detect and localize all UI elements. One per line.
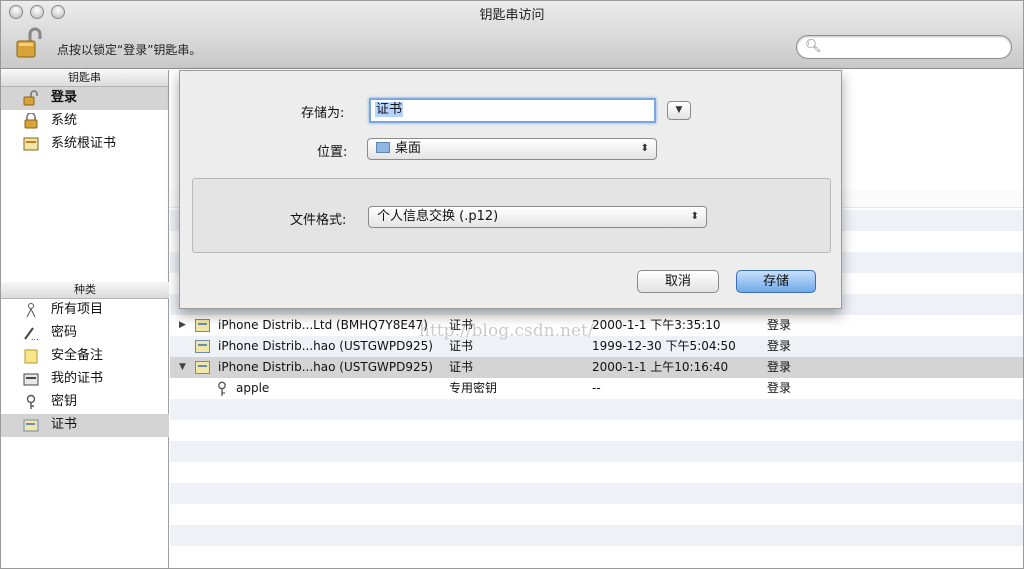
sidebar-item-secure-notes[interactable]: 安全备注 xyxy=(1,345,169,368)
row-kind: 专用密钥 xyxy=(449,381,498,395)
table-row xyxy=(170,504,1023,525)
save-as-label: 存储为: xyxy=(301,106,345,121)
certificate-icon xyxy=(195,361,210,374)
cancel-button[interactable]: 取消 xyxy=(637,270,719,293)
sidebar-item-login[interactable]: 登录 xyxy=(1,87,168,110)
sidebar-item-label: 系统根证书 xyxy=(51,136,117,151)
open-lock-icon[interactable] xyxy=(15,27,45,59)
location-label: 位置: xyxy=(317,145,348,160)
file-format-value: 个人信息交换 (.p12) xyxy=(377,209,499,224)
sidebar-item-label: 密码 xyxy=(51,325,78,340)
search-icon: 🔍︎ xyxy=(805,39,822,54)
lock-icon xyxy=(24,113,38,129)
lock-status-text: 点按以锁定“登录”钥匙串。 xyxy=(57,43,202,57)
row-date: 2000-1-1 下午3:35:10 xyxy=(592,318,721,332)
file-format-popup[interactable]: 个人信息交换 (.p12) ⬍ xyxy=(368,206,707,228)
keychains-header: 钥匙串 xyxy=(1,70,168,87)
save-as-value: 证书 xyxy=(375,102,404,117)
table-row xyxy=(170,441,1023,462)
certificate-icon xyxy=(195,340,210,353)
sidebar-item-all-items[interactable]: 所有项目 xyxy=(1,299,169,322)
table-row xyxy=(170,483,1023,504)
disclosure-triangle[interactable]: ▼ xyxy=(179,357,186,378)
secure-note-icon xyxy=(24,349,38,364)
format-options-box: 文件格式: 个人信息交换 (.p12) ⬍ xyxy=(192,178,831,253)
expand-button[interactable]: ▼ xyxy=(667,101,691,120)
sidebar-item-label: 安全备注 xyxy=(51,348,104,363)
row-name: iPhone Distrib...hao (USTGWPD925) xyxy=(218,360,433,374)
save-as-field[interactable]: 证书 xyxy=(369,98,656,123)
save-button[interactable]: 存储 xyxy=(736,270,816,293)
all-items-icon xyxy=(26,303,36,318)
table-row[interactable]: iPhone Distrib...hao (USTGWPD925) 证书 199… xyxy=(170,336,1023,357)
file-format-label: 文件格式: xyxy=(290,213,347,228)
table-row xyxy=(170,462,1023,483)
chevron-down-icon: ▼ xyxy=(675,105,683,115)
category-header: 种类 xyxy=(1,282,169,299)
row-date: 2000-1-1 上午10:16:40 xyxy=(592,360,729,374)
row-keychain: 登录 xyxy=(767,339,792,353)
sidebar-item-my-certificates[interactable]: 我的证书 xyxy=(1,368,169,391)
search-input[interactable] xyxy=(821,39,1001,55)
location-value: 桌面 xyxy=(395,141,422,156)
key-icon xyxy=(218,381,226,396)
sidebar-item-label: 登录 xyxy=(51,90,78,105)
sidebar-item-label: 密钥 xyxy=(51,394,78,409)
open-lock-icon xyxy=(23,90,38,106)
table-row xyxy=(170,546,1023,567)
table-row xyxy=(170,399,1023,420)
sidebar-item-label: 所有项目 xyxy=(51,302,104,317)
location-popup[interactable]: 桌面 ⬍ xyxy=(367,138,657,160)
watermark: http://blog.csdn.net/ xyxy=(419,321,594,341)
sidebar-item-passwords[interactable]: ... 密码 xyxy=(1,322,169,345)
sidebar-item-keys[interactable]: 密钥 xyxy=(1,391,169,414)
row-name: apple xyxy=(236,381,270,395)
cert-folder-icon xyxy=(23,137,39,151)
sidebar-item-label: 证书 xyxy=(51,417,78,432)
sidebar-item-system[interactable]: 系统 xyxy=(1,110,168,133)
certificate-icon xyxy=(23,419,39,432)
row-date: 1999-12-30 下午5:04:50 xyxy=(592,339,736,353)
save-sheet: 存储为: 证书 ▼ 位置: 桌面 ⬍ 文件格式: 个人信息交换 (.p12) ⬍… xyxy=(179,70,842,309)
sidebar: 钥匙串 登录 系统 系统根证书 种类 所有项目 ... 密码 安全备注 我的证书… xyxy=(1,70,169,568)
row-kind: 证书 xyxy=(449,360,474,374)
key-icon xyxy=(26,394,36,409)
row-date: -- xyxy=(592,381,601,395)
search-field[interactable]: 🔍︎ xyxy=(796,35,1012,59)
row-keychain: 登录 xyxy=(767,318,792,332)
row-keychain: 登录 xyxy=(767,360,792,374)
title-bar: 钥匙串访问 点按以锁定“登录”钥匙串。 🔍︎ xyxy=(1,1,1023,69)
row-keychain: 登录 xyxy=(767,381,792,395)
category-section: 种类 所有项目 ... 密码 安全备注 我的证书 密钥 证书 xyxy=(1,282,169,437)
chevron-updown-icon: ⬍ xyxy=(640,143,649,154)
row-name: iPhone Distrib...hao (USTGWPD925) xyxy=(218,339,433,353)
sidebar-item-system-roots[interactable]: 系统根证书 xyxy=(1,133,168,156)
table-row[interactable]: ▼ iPhone Distrib...hao (USTGWPD925) 证书 2… xyxy=(170,357,1023,378)
chevron-updown-icon: ⬍ xyxy=(690,211,699,222)
folder-icon xyxy=(376,142,390,153)
table-row[interactable]: ▶ iPhone Distrib...Ltd (BMHQ7Y8E47) 证书 2… xyxy=(170,315,1023,336)
sidebar-item-label: 系统 xyxy=(51,113,78,128)
row-name: iPhone Distrib...Ltd (BMHQ7Y8E47) xyxy=(218,318,428,332)
password-icon: ... xyxy=(24,327,39,341)
sidebar-item-certificates[interactable]: 证书 xyxy=(1,414,169,437)
window-title: 钥匙串访问 xyxy=(479,8,545,23)
certificate-icon xyxy=(195,319,210,332)
svg-text:...: ... xyxy=(31,333,39,341)
table-row xyxy=(170,525,1023,546)
table-row xyxy=(170,420,1023,441)
my-cert-icon xyxy=(23,373,39,386)
disclosure-triangle[interactable]: ▶ xyxy=(179,315,186,336)
sidebar-item-label: 我的证书 xyxy=(51,371,104,386)
keychain-access-window: 钥匙串访问 点按以锁定“登录”钥匙串。 🔍︎ 钥匙串 登录 系统 系统根证书 种… xyxy=(0,0,1024,569)
table-row[interactable]: apple 专用密钥 -- 登录 xyxy=(170,378,1023,399)
